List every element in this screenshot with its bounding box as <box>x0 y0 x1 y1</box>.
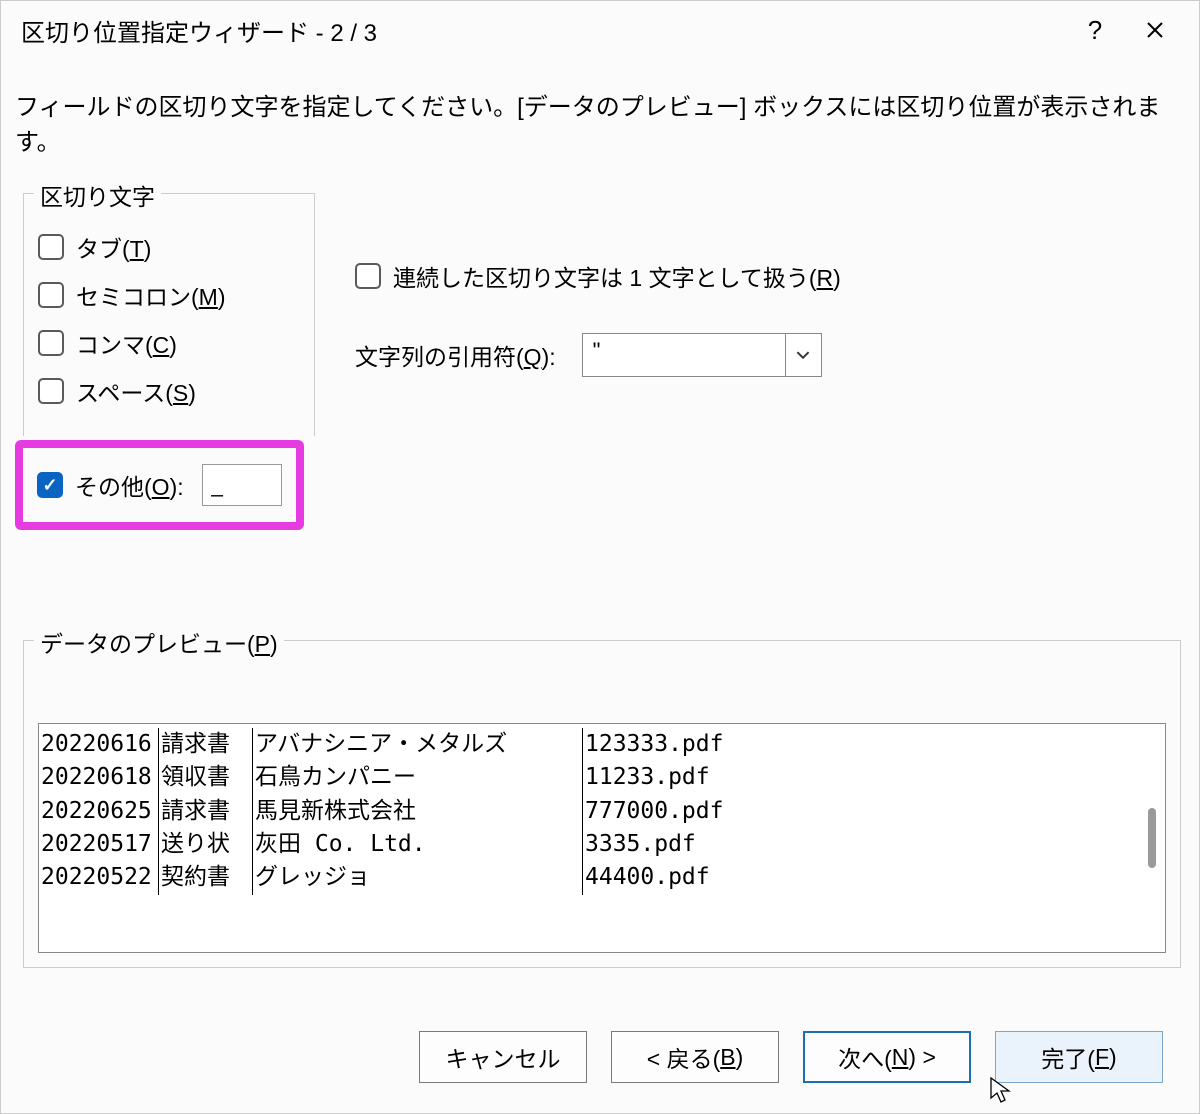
text-qualifier-value: " <box>583 334 785 376</box>
table-row: 20220618 領収書 石鳥カンパニー 11233.pdf <box>39 761 1139 794</box>
scrollbar-thumb <box>1148 808 1156 868</box>
preview-group: データのプレビュー(P) 20220616 請求書 アバナシニア・メタルズ 12… <box>23 640 1181 968</box>
checkbox-icon <box>38 378 64 404</box>
wizard-dialog: 区切り位置指定ウィザード - 2 / 3 ? フィールドの区切り文字を指定してく… <box>0 0 1200 1114</box>
table-row: 20220625 請求書 馬見新株式会社 777000.pdf <box>39 795 1139 828</box>
checkbox-icon <box>38 282 64 308</box>
next-button[interactable]: 次へ(N) > <box>803 1031 971 1083</box>
window-title: 区切り位置指定ウィザード - 2 / 3 <box>21 13 1065 48</box>
text-qualifier-label: 文字列の引用符(Q): <box>355 338 556 372</box>
text-qualifier-select[interactable]: " <box>582 333 822 377</box>
label: 連続した区切り文字は 1 文字として扱う(R) <box>393 259 841 293</box>
titlebar: 区切り位置指定ウィザード - 2 / 3 ? <box>1 1 1199 59</box>
delimiter-other-highlight: その他(O): <box>15 440 304 530</box>
delimiter-other[interactable]: その他(O): <box>37 468 184 502</box>
checkbox-icon <box>37 472 63 498</box>
label: その他(O): <box>75 468 184 502</box>
table-row: 20220522 契約書 グレッジョ 44400.pdf <box>39 861 1139 894</box>
close-icon <box>1145 20 1165 40</box>
preview-table: 20220616 請求書 アバナシニア・メタルズ 123333.pdf 2022… <box>39 724 1139 952</box>
cancel-button[interactable]: キャンセル <box>419 1031 587 1083</box>
preview-box: 20220616 請求書 アバナシニア・メタルズ 123333.pdf 2022… <box>38 723 1166 953</box>
cursor-icon <box>989 1076 1011 1111</box>
table-row: 20220616 請求書 アバナシニア・メタルズ 123333.pdf <box>39 728 1139 761</box>
delimiter-other-input[interactable] <box>202 464 282 506</box>
chevron-down-icon <box>785 334 821 376</box>
checkbox-icon <box>38 330 64 356</box>
delimiter-semicolon[interactable]: セミコロン(M) <box>38 278 300 312</box>
finish-button[interactable]: 完了(F) <box>995 1031 1163 1083</box>
instruction-text: フィールドの区切り文字を指定してください。[データのプレビュー] ボックスには区… <box>15 87 1181 157</box>
close-button[interactable] <box>1125 10 1185 50</box>
preview-group-label: データのプレビュー(P) <box>34 625 284 659</box>
consecutive-delimiters[interactable]: 連続した区切り文字は 1 文字として扱う(R) <box>355 259 1181 293</box>
delimiters-group: 区切り文字 タブ(T) セミコロン(M) コンマ(C) <box>23 193 315 436</box>
help-button[interactable]: ? <box>1065 10 1125 50</box>
button-row: キャンセル < 戻る(B) 次へ(N) > 完了(F) <box>1 1009 1199 1113</box>
table-row: 20220517 送り状 灰田 Co. Ltd. 3335.pdf <box>39 828 1139 861</box>
label: コンマ(C) <box>76 326 177 360</box>
checkbox-icon <box>38 234 64 260</box>
checkbox-icon <box>355 263 381 289</box>
label: タブ(T) <box>76 230 151 264</box>
back-button[interactable]: < 戻る(B) <box>611 1031 779 1083</box>
delimiter-comma[interactable]: コンマ(C) <box>38 326 300 360</box>
preview-scrollbar[interactable] <box>1139 724 1165 952</box>
delimiter-space[interactable]: スペース(S) <box>38 374 300 408</box>
label: スペース(S) <box>76 374 196 408</box>
delimiters-group-label: 区切り文字 <box>34 178 161 212</box>
label: セミコロン(M) <box>76 278 226 312</box>
delimiter-tab[interactable]: タブ(T) <box>38 230 300 264</box>
